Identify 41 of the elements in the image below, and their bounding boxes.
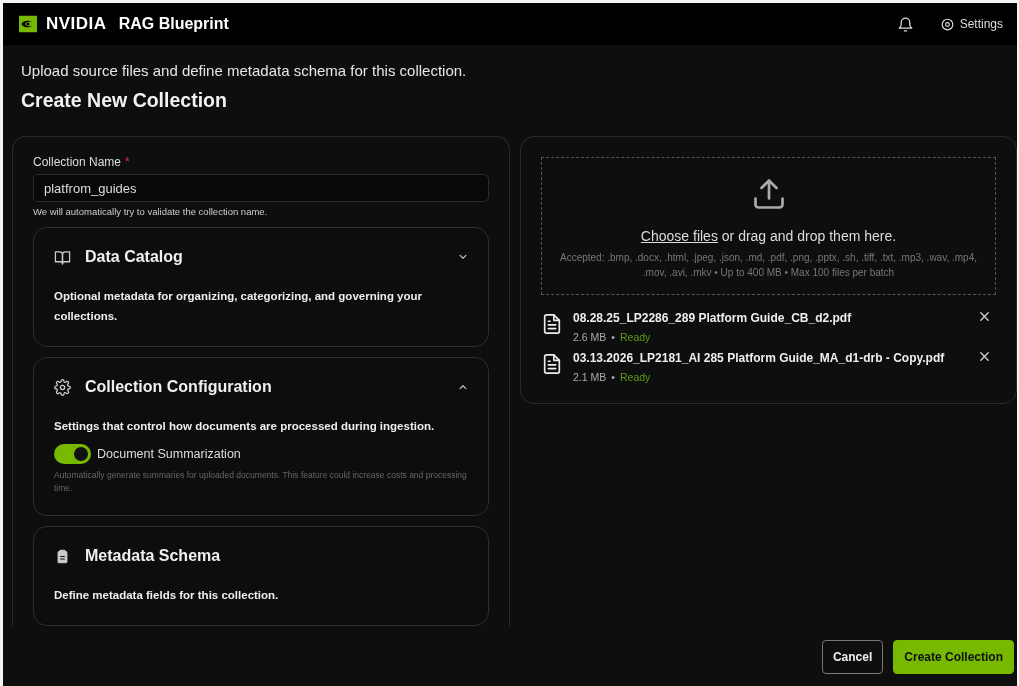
chevron-up-icon[interactable]: [458, 382, 468, 392]
page-subtitle: Upload source files and define metadata schema for this collection.: [21, 62, 468, 79]
collection-name-field[interactable]: platfrom_guides: [33, 174, 489, 202]
toggle-label: Document Summarization: [97, 447, 241, 461]
section-description: Define metadata fields for this collection.: [54, 588, 280, 603]
section-title: Metadata Schema: [85, 547, 222, 565]
bell-icon: [896, 15, 914, 33]
required-mark: *: [125, 155, 130, 169]
brand-logo: NVIDIA: [46, 14, 107, 34]
toggle-switch[interactable]: [54, 444, 91, 464]
app-title: RAG Blueprint: [118, 15, 229, 33]
section-title: Collection Configuration: [85, 378, 273, 396]
close-icon[interactable]: [979, 351, 990, 362]
document-icon: [541, 311, 563, 337]
page-title: Create New Collection: [21, 89, 228, 112]
section-description: Optional metadata for organizing, categorizing, and governing your collections.: [54, 289, 424, 324]
separator-dot: •: [611, 331, 615, 343]
create-collection-button[interactable]: Create Collection: [893, 640, 1014, 674]
field-label: Collection Name: [33, 155, 122, 169]
help-text: Automatically generate summaries for uploaded documents. This feature could increase costs and processing time.: [54, 469, 468, 495]
document-icon: [541, 351, 563, 377]
drop-zone[interactable]: [541, 157, 996, 295]
drop-instruction: Choose files or drag and drop them here.: [640, 228, 897, 244]
file-status: Ready: [619, 371, 651, 383]
file-size: 2.1 MB: [573, 371, 607, 383]
file-name: 03.13.2026_LP2181_AI 285 Platform Guide_MA_d1-drb - Copy.pdf: [573, 351, 946, 365]
file-status: Ready: [619, 331, 651, 343]
file-size: 2.6 MB: [573, 331, 607, 343]
book-icon: [54, 248, 71, 266]
accepted-formats-text: Accepted: .bmp, .docx, .html, .jpeg, .json, .md, .pdf, .png, .pptx, .sh, .tiff, .txt, .mp3, .wav, .mp4, .mov, .avi, .mkv • Up to 400 MB • Max 100 files per batch: [558, 251, 978, 280]
chevron-down-icon[interactable]: [458, 252, 468, 262]
hint-text: We will automatically try to validate the collection name.: [33, 206, 269, 217]
section-description: Settings that control how documents are processed during ingestion.: [54, 419, 436, 434]
settings-button[interactable]: Settings: [939, 16, 1003, 32]
section-title: Data Catalog: [85, 248, 184, 266]
separator-dot: •: [611, 371, 615, 383]
choose-files-link[interactable]: Choose files: [640, 228, 718, 244]
clipboard-icon: [55, 548, 70, 564]
close-icon[interactable]: [979, 311, 990, 322]
file-name: 08.28.25_LP2286_289 Platform Guide_CB_d2.pdf: [573, 311, 853, 325]
cancel-button[interactable]: Cancel: [821, 640, 884, 674]
